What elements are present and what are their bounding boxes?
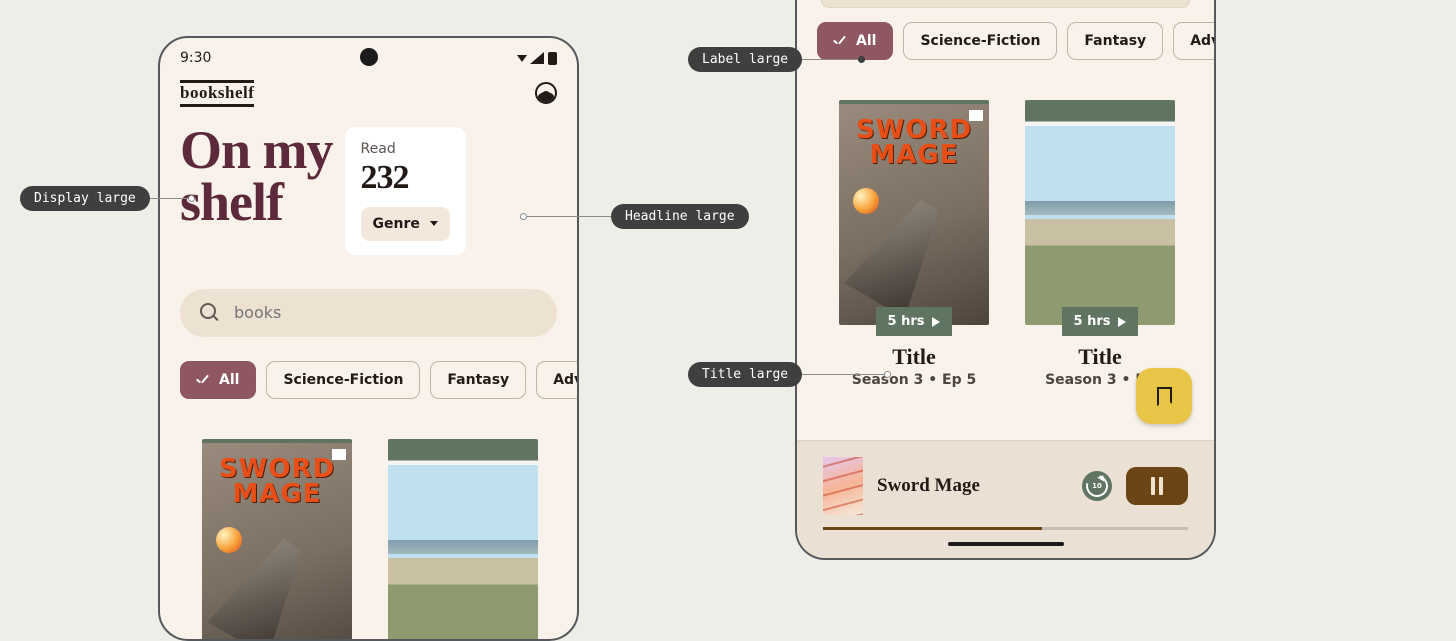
- battery-icon: [548, 52, 557, 65]
- genre-dropdown[interactable]: Genre: [361, 207, 450, 241]
- chip-science-fiction[interactable]: Science-Fiction: [903, 22, 1057, 60]
- pause-bar-icon: [1159, 477, 1163, 495]
- read-count-card: Read 232 Genre: [345, 127, 466, 255]
- status-time: 9:30: [180, 50, 211, 66]
- annotation-display-large: Display large: [20, 186, 195, 211]
- annotation-label-large: Label large: [688, 47, 865, 72]
- chip-label: All: [219, 372, 239, 388]
- chip-science-fiction[interactable]: Science-Fiction: [266, 361, 420, 399]
- progress-bar[interactable]: [823, 527, 1188, 530]
- hero-section: On my shelf Read 232 Genre: [160, 111, 577, 265]
- phone-frame-b: All Science-Fiction Fantasy Adventure SW…: [795, 0, 1216, 560]
- page-title: On my shelf: [180, 125, 333, 229]
- display-text-line1: On my: [180, 125, 333, 177]
- book-cover: [1025, 100, 1175, 325]
- chip-row: All Science-Fiction Fantasy Adventure: [160, 337, 577, 399]
- book-cover: [388, 439, 538, 641]
- account-avatar-icon[interactable]: [535, 82, 557, 104]
- app-bar: bookshelf: [160, 72, 577, 111]
- chip-adventure[interactable]: Adventure: [1173, 22, 1214, 60]
- pause-bar-icon: [1151, 477, 1155, 495]
- annotation-pill: Headline large: [611, 204, 749, 229]
- gesture-nav-bar: [797, 530, 1214, 558]
- duration-play-badge[interactable]: 5 hrs: [1062, 307, 1139, 336]
- annotation-pill: Label large: [688, 47, 802, 72]
- skip-forward-10-button[interactable]: 10: [1082, 471, 1112, 501]
- chip-all[interactable]: All: [180, 361, 256, 399]
- bookmark-fab[interactable]: [1136, 368, 1192, 424]
- chip-fantasy[interactable]: Fantasy: [430, 361, 526, 399]
- check-icon: [197, 375, 211, 385]
- search-field[interactable]: [180, 289, 557, 337]
- annotation-pill: Title large: [688, 362, 802, 387]
- skip-amount: 10: [1092, 482, 1102, 490]
- book-card[interactable]: 5 hrs Title Season 3 • Ep: [1025, 100, 1175, 388]
- book-carousel[interactable]: SWORDMAGE: [160, 439, 577, 641]
- duration-label: 5 hrs: [888, 314, 925, 329]
- wifi-icon: [517, 55, 527, 62]
- annotation-pill: Display large: [20, 186, 150, 211]
- bookmark-icon: [1157, 387, 1172, 406]
- brand-logo: bookshelf: [180, 80, 254, 107]
- book-cover: SWORDMAGE: [202, 439, 352, 641]
- display-text-line2: shelf: [180, 177, 333, 229]
- search-input[interactable]: [234, 303, 537, 322]
- nav-handle-icon: [948, 542, 1064, 546]
- bookmark-tag-icon: [969, 110, 983, 121]
- play-icon: [932, 317, 940, 327]
- book-card[interactable]: [388, 439, 538, 641]
- now-playing-title: Sword Mage: [877, 475, 1068, 497]
- genre-label: Genre: [373, 216, 420, 232]
- duration-play-badge[interactable]: 5 hrs: [876, 307, 953, 336]
- annotation-headline-large: Headline large: [520, 204, 749, 229]
- book-cover: SWORDMAGE: [839, 100, 989, 325]
- chip-adventure[interactable]: Adventure: [536, 361, 577, 399]
- book-title: Title: [1025, 344, 1175, 370]
- camera-cutout: [360, 48, 378, 66]
- play-icon: [1118, 317, 1126, 327]
- pause-button[interactable]: [1126, 467, 1188, 505]
- chip-fantasy[interactable]: Fantasy: [1067, 22, 1163, 60]
- read-count: 232: [361, 159, 450, 197]
- now-playing-cover[interactable]: [823, 457, 863, 515]
- annotation-title-large: Title large: [688, 362, 891, 387]
- now-playing-bar: Sword Mage 10: [797, 440, 1214, 558]
- phone-frame-a: 9:30 bookshelf On my shelf Read 232 Genr…: [158, 36, 579, 641]
- book-card[interactable]: SWORDMAGE 5 hrs Title Season 3 • Ep 5: [839, 100, 989, 388]
- read-label: Read: [361, 141, 450, 157]
- book-carousel[interactable]: SWORDMAGE 5 hrs Title Season 3 • Ep 5 5 …: [797, 96, 1214, 388]
- book-card[interactable]: SWORDMAGE: [202, 439, 352, 641]
- search-icon: [200, 303, 220, 323]
- chevron-down-icon: [430, 221, 438, 226]
- status-indicators: [517, 52, 557, 65]
- bookmark-tag-icon: [332, 449, 346, 460]
- signal-icon: [530, 52, 544, 64]
- search-field-edge: [821, 0, 1190, 8]
- duration-label: 5 hrs: [1074, 314, 1111, 329]
- check-icon: [834, 36, 848, 46]
